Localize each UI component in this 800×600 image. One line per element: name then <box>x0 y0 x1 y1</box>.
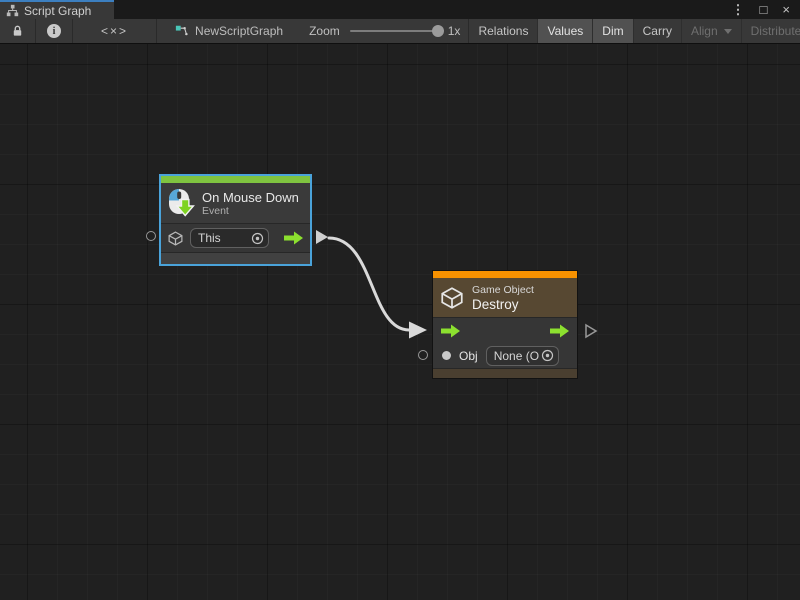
obj-value-dot-icon <box>442 351 451 360</box>
target-input-port[interactable] <box>146 231 156 241</box>
carry-button[interactable]: Carry <box>634 19 681 44</box>
flow-output-port[interactable] <box>584 323 598 339</box>
code-preview-button[interactable]: <×> <box>73 19 156 44</box>
wire-layer <box>0 44 800 600</box>
node-body: This <box>161 223 310 252</box>
view-toggle-group: Relations Values Dim Carry Align Distrib… <box>469 19 800 44</box>
info-button[interactable]: i <box>36 19 72 44</box>
tab-title: Script Graph <box>24 4 91 18</box>
target-input-field[interactable]: This <box>190 228 269 248</box>
window-menu-icon[interactable]: ⋮ <box>732 3 745 16</box>
node-on-mouse-down[interactable]: On Mouse Down Event This <box>160 175 311 265</box>
node-footer <box>433 368 577 378</box>
node-header: Game Object Destroy <box>433 278 577 317</box>
hierarchy-icon <box>6 4 19 17</box>
graph-icon <box>175 24 189 38</box>
action-accent-bar <box>433 271 577 278</box>
align-dropdown[interactable]: Align <box>682 19 741 44</box>
obj-input-field[interactable]: None (O <box>486 346 559 366</box>
node-title: Destroy <box>472 297 534 312</box>
zoom-slider-knob[interactable] <box>432 25 444 37</box>
dim-button[interactable]: Dim <box>593 19 632 44</box>
relations-button[interactable]: Relations <box>469 19 537 44</box>
info-icon: i <box>47 24 61 38</box>
graph-canvas[interactable]: On Mouse Down Event This <box>0 44 800 600</box>
distribute-dropdown[interactable]: Distribute <box>742 19 800 44</box>
chevron-down-icon <box>724 29 732 34</box>
toolbar-separator <box>156 19 157 44</box>
flow-output-arrow-icon[interactable] <box>283 231 304 245</box>
code-icon: <×> <box>101 24 128 38</box>
node-header: On Mouse Down Event <box>161 183 310 223</box>
game-object-cube-icon <box>439 285 465 311</box>
zoom-slider[interactable] <box>350 30 438 32</box>
obj-input-row: Obj None (O <box>433 343 577 368</box>
node-subtitle: Event <box>202 205 299 217</box>
wire-arrowhead <box>409 322 427 339</box>
graph-name: NewScriptGraph <box>195 24 283 38</box>
values-button[interactable]: Values <box>538 19 592 44</box>
zoom-label: Zoom <box>309 24 340 38</box>
flow-output-port[interactable] <box>316 230 328 244</box>
maximize-icon[interactable]: □ <box>760 3 768 16</box>
obj-input-port[interactable] <box>418 350 428 360</box>
node-destroy[interactable]: Game Object Destroy Obj None (O <box>432 270 578 379</box>
node-titles: Game Object Destroy <box>472 284 534 312</box>
lock-icon <box>11 24 24 38</box>
flow-input-arrow-icon[interactable] <box>440 324 461 338</box>
object-picker-icon[interactable] <box>251 232 264 245</box>
event-accent-bar <box>161 176 310 183</box>
graph-toolbar: i <×> NewScriptGraph Zoom 1x R <box>0 19 800 44</box>
game-object-cube-icon <box>167 230 184 247</box>
graph-breadcrumb[interactable]: NewScriptGraph <box>175 24 283 38</box>
obj-port-label: Obj <box>459 349 478 363</box>
object-picker-icon[interactable] <box>541 349 554 362</box>
script-graph-window: Script Graph ⋮ □ × i <×> <box>0 0 800 600</box>
flow-connection-wire[interactable] <box>329 238 409 330</box>
window-controls: ⋮ □ × <box>732 0 800 19</box>
mouse-down-icon <box>166 188 196 218</box>
node-footer <box>161 252 310 264</box>
zoom-control: Zoom 1x <box>309 24 468 38</box>
flow-output-arrow-icon[interactable] <box>549 324 570 338</box>
close-icon[interactable]: × <box>782 3 790 16</box>
flow-row <box>433 317 577 343</box>
zoom-value: 1x <box>448 24 461 38</box>
node-category: Game Object <box>472 284 534 297</box>
node-titles: On Mouse Down Event <box>202 190 299 217</box>
tab-bar: Script Graph ⋮ □ × <box>0 0 800 19</box>
node-title: On Mouse Down <box>202 190 299 205</box>
tab-script-graph[interactable]: Script Graph <box>0 0 114 19</box>
lock-button[interactable] <box>0 19 35 44</box>
